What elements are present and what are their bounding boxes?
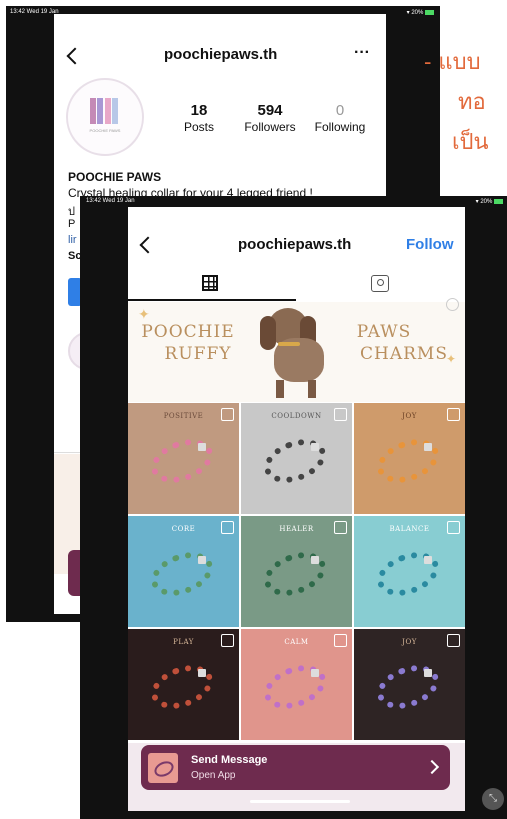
handwriting-line-2: ทอ <box>458 90 486 115</box>
multi-post-icon <box>446 298 459 311</box>
multi-post-icon <box>447 408 460 421</box>
posts-count: 18 <box>190 102 208 119</box>
collar-clasp <box>311 556 319 564</box>
bio-link[interactable]: lir <box>68 234 77 246</box>
front-header-title: poochiepaws.th <box>238 236 352 253</box>
banner-right-line1: PAWS <box>356 322 412 342</box>
banner-left-line1: POOCHIE <box>141 322 235 342</box>
collar-image <box>258 544 332 604</box>
grid-post[interactable]: CORE <box>128 516 239 627</box>
dachshund-photo <box>246 302 346 402</box>
sparkle-icon: ✦ <box>138 306 150 322</box>
multi-post-icon <box>447 521 460 534</box>
followers-label[interactable]: Followers <box>237 120 303 134</box>
back-header-title: poochiepaws.th <box>164 46 278 63</box>
grid-post[interactable]: POSITIVE <box>128 403 239 514</box>
back-chevron-icon[interactable] <box>66 47 84 65</box>
battery-icon <box>494 198 503 204</box>
grid-post[interactable]: PLAY <box>128 629 239 740</box>
back-battery-text: 20% <box>411 10 424 16</box>
tagged-tab-icon[interactable] <box>371 275 389 292</box>
collar-clasp <box>311 669 319 677</box>
handwriting-line-1: - แบบ <box>424 50 481 75</box>
collar-image <box>371 544 445 604</box>
followers-count: 594 <box>257 102 283 119</box>
multi-post-icon <box>334 521 347 534</box>
grid-post[interactable]: JOY <box>354 629 465 740</box>
collapse-icon[interactable]: ⤡ <box>482 788 504 810</box>
collar-clasp <box>198 669 206 677</box>
poochie-logo-icon <box>90 98 118 124</box>
back-arrow-icon[interactable] <box>139 236 157 254</box>
collar-image <box>371 431 445 491</box>
following-label[interactable]: Following <box>308 120 372 134</box>
collar-image <box>258 657 332 717</box>
collar-clasp <box>311 443 319 451</box>
home-indicator <box>250 800 350 803</box>
front-status-time: 13:42 Wed 19 Jan <box>86 198 135 204</box>
more-options-icon[interactable]: ··· <box>354 44 370 62</box>
grid-post[interactable]: COOLDOWN <box>241 403 352 514</box>
multi-post-icon <box>447 634 460 647</box>
banner-post[interactable]: POOCHIE RUFFY PAWS CHARMS ✦ ✦ <box>128 298 465 402</box>
chevron-right-icon[interactable] <box>424 759 440 775</box>
back-status-time: 13:42 Wed 19 Jan <box>10 9 59 15</box>
profile-name: POOCHIE PAWS <box>68 170 162 184</box>
banner-right-line2: CHARMS <box>360 344 448 364</box>
multi-post-icon <box>221 408 234 421</box>
profile-avatar[interactable]: POOCHIE PAWS <box>66 78 144 156</box>
collar-image <box>145 431 219 491</box>
multi-post-icon <box>334 634 347 647</box>
sparkle-icon: ✦ <box>446 352 457 366</box>
battery-icon <box>425 9 434 15</box>
front-battery-indicator: ▾ 20% <box>476 198 503 205</box>
send-message-title: Send Message <box>191 754 268 766</box>
back-battery-indicator: ▾ 20% <box>407 9 434 16</box>
front-profile-sheet: poochiepaws.th Follow POOCHIE RUFFY PAWS… <box>128 207 465 811</box>
bio-fragment-2: P <box>68 218 76 230</box>
avatar-logo-text: POOCHIE PAWS <box>89 128 121 133</box>
active-tab-indicator <box>128 299 296 301</box>
post-grid: POSITIVE COOLDOWN JOY CORE HEALER BALANCE PLAY… <box>128 403 465 742</box>
open-app-subtitle: Open App <box>191 770 236 781</box>
banner-left-line2: RUFFY <box>164 344 232 364</box>
grid-post[interactable]: BALANCE <box>354 516 465 627</box>
collar-clasp <box>424 669 432 677</box>
collar-clasp <box>424 556 432 564</box>
multi-post-icon <box>221 634 234 647</box>
collar-image <box>145 657 219 717</box>
collar-image <box>258 431 332 491</box>
multi-post-icon <box>221 521 234 534</box>
message-thumbnail <box>148 753 178 783</box>
handwriting-line-3: เป็น <box>452 130 489 155</box>
front-battery-text: 20% <box>480 199 493 205</box>
grid-tab-icon[interactable] <box>202 275 218 291</box>
collar-clasp <box>198 443 206 451</box>
grid-post[interactable]: CALM <box>241 629 352 740</box>
follow-button[interactable]: Follow <box>406 236 454 253</box>
multi-post-icon <box>334 408 347 421</box>
collar-image <box>371 657 445 717</box>
following-count: 0 <box>335 102 345 119</box>
collar-image <box>145 544 219 604</box>
collar-clasp <box>424 443 432 451</box>
send-message-bar[interactable]: Send Message Open App <box>141 745 450 790</box>
posts-label[interactable]: Posts <box>174 120 224 134</box>
grid-post[interactable]: HEALER <box>241 516 352 627</box>
grid-post[interactable]: JOY <box>354 403 465 514</box>
collar-clasp <box>198 556 206 564</box>
